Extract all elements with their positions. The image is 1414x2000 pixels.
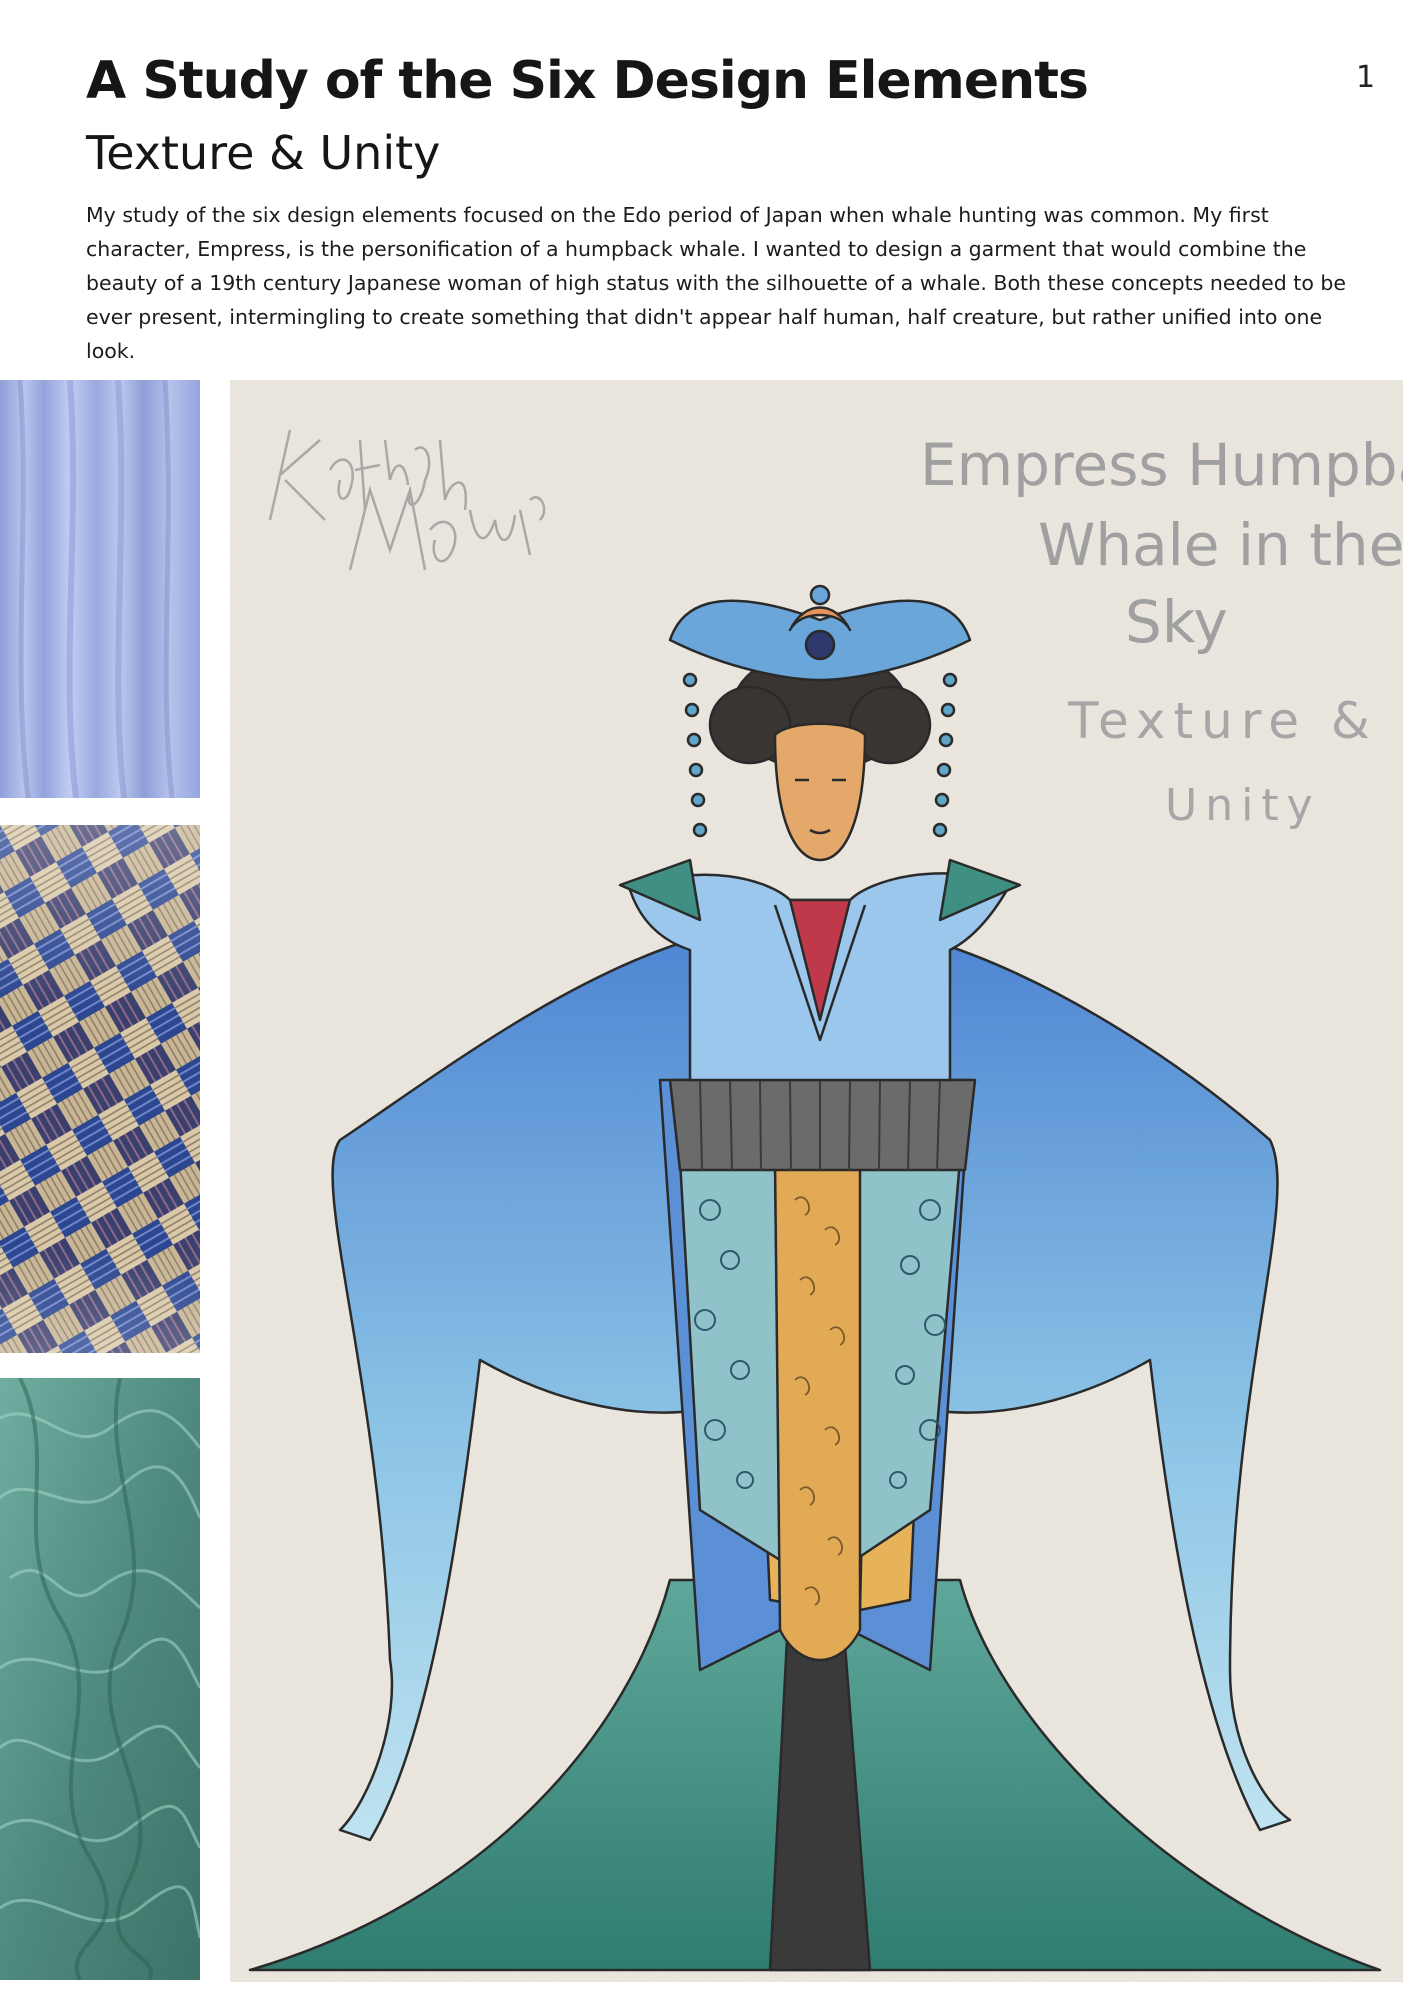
caption-line-1: Empress Humpback - xyxy=(920,431,1403,499)
intro-paragraph: My study of the six design elements focu… xyxy=(86,203,1347,363)
caption-line-2: Whale in the xyxy=(1038,511,1403,579)
page-number: 1 xyxy=(1356,60,1376,95)
page-title: A Study of the Six Design Elements xyxy=(86,51,1089,111)
chiffon-fabric-swatch xyxy=(0,1378,200,1980)
caption-line-5: Unity xyxy=(1165,780,1321,831)
page-subtitle: Texture & Unity xyxy=(86,126,441,180)
caption-line-3: Sky xyxy=(1125,588,1228,656)
woven-fabric-swatch xyxy=(0,825,200,1353)
draped-fabric-swatch xyxy=(0,380,200,798)
caption-line-4: Texture & xyxy=(1067,692,1378,750)
costume-sketch: Empress Humpback - Whale in the Sky Text… xyxy=(230,380,1403,1982)
